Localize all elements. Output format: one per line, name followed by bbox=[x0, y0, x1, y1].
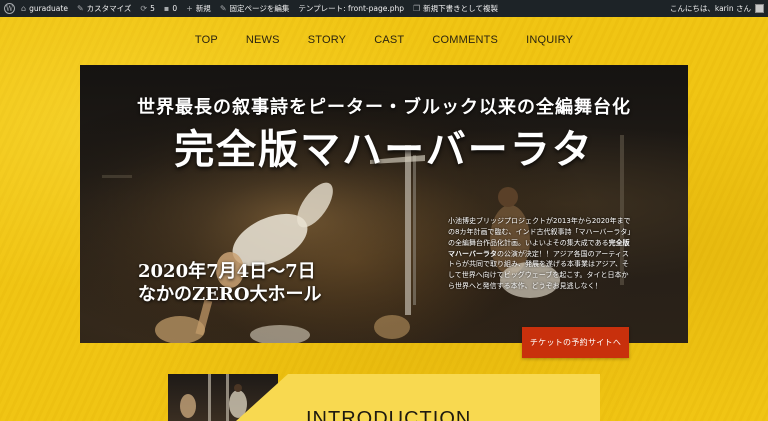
plus-icon: + bbox=[186, 3, 193, 13]
hero-date: 2020年7月4日〜7日 なかのZERO大ホール bbox=[138, 261, 322, 306]
duplicate-link[interactable]: ❐ 新規下書きとして複製 bbox=[413, 3, 498, 14]
comments-link[interactable]: ▪ 0 bbox=[164, 4, 177, 13]
site-name-link[interactable]: ⌂ guraduate bbox=[21, 4, 68, 13]
new-content-link[interactable]: + 新規 bbox=[186, 3, 211, 14]
new-label: 新規 bbox=[195, 4, 211, 13]
hero-banner: 世界最長の叙事詩をピーター・ブルック以来の全編舞台化 完全版マハーバーラタ 20… bbox=[80, 65, 688, 343]
updates-count: 5 bbox=[150, 4, 155, 13]
account-menu[interactable]: こんにちは、karin さん bbox=[670, 3, 764, 14]
template-info[interactable]: テンプレート: front-page.php bbox=[298, 3, 404, 14]
nav-comments[interactable]: COMMENTS bbox=[432, 34, 498, 46]
pencil-icon: ✎ bbox=[219, 3, 227, 13]
refresh-icon: ⟳ bbox=[140, 3, 148, 13]
nav-story[interactable]: STORY bbox=[308, 34, 347, 46]
brush-icon: ✎ bbox=[76, 3, 84, 13]
performance-dates: 2020年7月4日〜7日 bbox=[138, 261, 316, 282]
site-name: guraduate bbox=[29, 4, 68, 13]
admin-bar: W ⌂ guraduate ✎ カスタマイズ ⟳ 5 ▪ 0 + 新規 ✎ 固定… bbox=[0, 0, 768, 17]
customize-label: カスタマイズ bbox=[86, 4, 132, 13]
ticket-reservation-button[interactable]: チケットの予約サイトへ bbox=[522, 327, 629, 358]
customize-link[interactable]: ✎ カスタマイズ bbox=[77, 3, 131, 14]
template-label: テンプレート: front-page.php bbox=[298, 4, 404, 13]
comment-icon: ▪ bbox=[163, 3, 170, 13]
nav-cast[interactable]: CAST bbox=[374, 34, 404, 46]
duplicate-label: 新規下書きとして複製 bbox=[423, 4, 498, 13]
intro-heading: INTRODUCTION bbox=[306, 408, 472, 421]
venue-name: なかのZERO大ホール bbox=[138, 283, 322, 305]
hero-subtitle: 世界最長の叙事詩をピーター・ブルック以来の全編舞台化 bbox=[137, 97, 631, 118]
edit-page-link[interactable]: ✎ 固定ページを編集 bbox=[220, 3, 290, 14]
avatar bbox=[755, 4, 764, 13]
comments-count: 0 bbox=[172, 4, 178, 13]
copy-icon: ❐ bbox=[413, 3, 421, 13]
main-nav: TOP NEWS STORY CAST COMMENTS INQUIRY bbox=[0, 34, 768, 46]
greeting-label: こんにちは、karin さん bbox=[669, 4, 751, 13]
home-icon: ⌂ bbox=[21, 3, 27, 13]
wordpress-icon[interactable]: W bbox=[4, 3, 15, 14]
nav-inquiry[interactable]: INQUIRY bbox=[526, 34, 573, 46]
nav-news[interactable]: NEWS bbox=[246, 34, 280, 46]
hero-title: 完全版マハーバーラタ bbox=[174, 126, 594, 173]
hero-description-part1: 小池博史ブリッジプロジェクトが2013年から2020年までの8カ年計画で臨む、イ… bbox=[448, 217, 631, 247]
hero-description: 小池博史ブリッジプロジェクトが2013年から2020年までの8カ年計画で臨む、イ… bbox=[448, 216, 633, 292]
nav-top[interactable]: TOP bbox=[195, 34, 218, 46]
edit-page-label: 固定ページを編集 bbox=[229, 4, 290, 13]
updates-link[interactable]: ⟳ 5 bbox=[140, 4, 154, 13]
